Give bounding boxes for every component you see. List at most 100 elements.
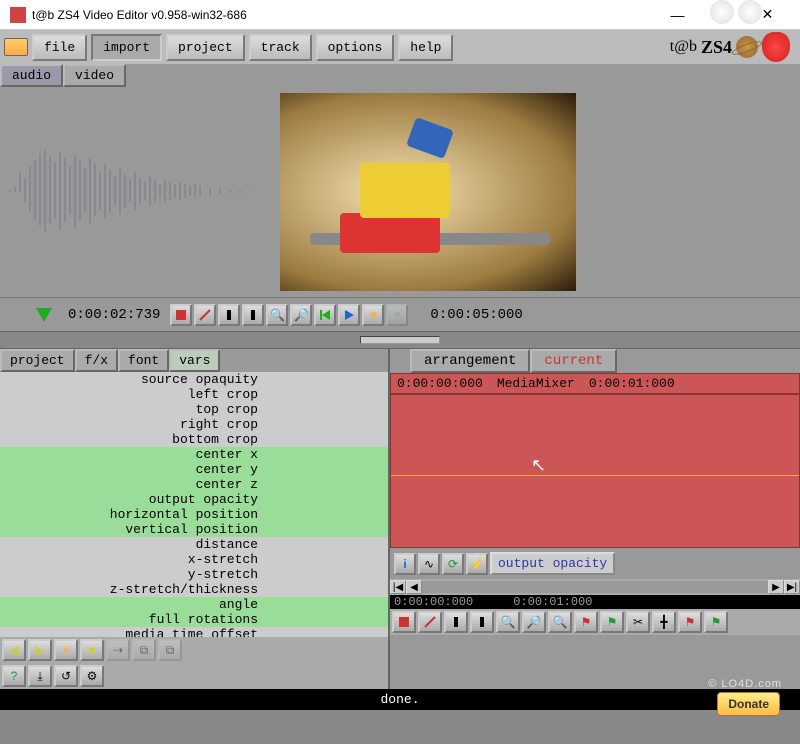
join-button[interactable]: ╋	[652, 611, 676, 633]
scroll-left-start-button[interactable]: |◀	[390, 580, 406, 594]
logo-area: t@b ZS4	[670, 32, 796, 62]
keyframe-button[interactable]: ☀	[54, 639, 78, 661]
tab-video[interactable]: video	[63, 64, 126, 87]
param-row-vertical-position[interactable]: vertical position	[0, 522, 388, 537]
donate-button[interactable]: Donate	[717, 692, 780, 716]
logo-zs4: ZS4	[701, 37, 732, 58]
bunny-icon	[738, 0, 762, 24]
param-row-center-z[interactable]: center z	[0, 477, 388, 492]
tab-audio[interactable]: audio	[0, 64, 63, 87]
tl-zoom-out-button[interactable]: 🔎	[522, 611, 546, 633]
scroll-right-button[interactable]: ▶	[768, 580, 784, 594]
tl-marker-out-button[interactable]	[470, 611, 494, 633]
flag-red-button[interactable]: ⚑	[574, 611, 598, 633]
status-bar: done.	[0, 689, 800, 710]
export-button[interactable]: ⤓	[28, 665, 52, 687]
tab-fx[interactable]: f/x	[75, 349, 118, 372]
planet-icon	[736, 36, 758, 58]
flash-button[interactable]: ⚡	[466, 553, 488, 575]
tab-arrangement[interactable]: arrangement	[410, 349, 530, 373]
cutline-button[interactable]	[194, 304, 216, 326]
loop-button[interactable]: ⟳	[442, 553, 464, 575]
marker-in-button[interactable]	[218, 304, 240, 326]
play-button[interactable]	[338, 304, 360, 326]
help-menu[interactable]: help	[398, 34, 453, 61]
settings-button[interactable]: ⚙	[80, 665, 104, 687]
prev-key-button[interactable]: ◀	[2, 639, 26, 661]
tl-zoom-in-button[interactable]: 🔍	[496, 611, 520, 633]
current-timecode: 0:00:02:739	[60, 307, 168, 323]
param-row-media-time-offset[interactable]: media time offset	[0, 627, 388, 637]
flag-green-button[interactable]: ⚑	[600, 611, 624, 633]
info-button[interactable]: i	[394, 553, 416, 575]
copy-button[interactable]: ⧉	[132, 639, 156, 661]
tab-project[interactable]: project	[0, 349, 75, 372]
tl-marker-in-button[interactable]	[444, 611, 468, 633]
flag-red2-button[interactable]: ⚑	[678, 611, 702, 633]
param-row-center-x[interactable]: center x	[0, 447, 388, 462]
scroll-right-end-button[interactable]: ▶|	[784, 580, 800, 594]
flag-green2-button[interactable]: ⚑	[704, 611, 728, 633]
marker-out-button[interactable]	[242, 304, 264, 326]
cursor-icon: ↖	[531, 455, 546, 476]
paste-button[interactable]: ⧉	[158, 639, 182, 661]
app-icon	[10, 7, 26, 23]
param-row-y-stretch[interactable]: y-stretch	[0, 567, 388, 582]
param-row-z-stretch-thickness[interactable]: z-stretch/thickness	[0, 582, 388, 597]
help-button[interactable]: ?	[2, 665, 26, 687]
wave-button[interactable]: ∿	[418, 553, 440, 575]
param-row-horizontal-position[interactable]: horizontal position	[0, 507, 388, 522]
tab-vars[interactable]: vars	[169, 349, 220, 372]
param-row-full-rotations[interactable]: full rotations	[0, 612, 388, 627]
zoom-out-button[interactable]: 🔎	[290, 304, 312, 326]
param-row-bottom-crop[interactable]: bottom crop	[0, 432, 388, 447]
total-timecode: 0:00:05:000	[422, 307, 530, 323]
tl-record-button[interactable]	[392, 611, 416, 633]
zoom-in-button[interactable]: 🔍	[266, 304, 288, 326]
next-key-button[interactable]: ▶	[28, 639, 52, 661]
tag-button[interactable]: ♥	[386, 304, 408, 326]
timeline-end: 0:00:01:000	[589, 376, 675, 391]
file-menu[interactable]: file	[32, 34, 87, 61]
audio-waveform[interactable]	[0, 87, 280, 297]
prev-button[interactable]	[314, 304, 336, 326]
video-preview[interactable]	[280, 93, 576, 291]
tab-font[interactable]: font	[118, 349, 169, 372]
timeline-start: 0:00:00:000	[397, 376, 483, 391]
param-row-x-stretch[interactable]: x-stretch	[0, 552, 388, 567]
tl-cutline-button[interactable]	[418, 611, 442, 633]
bunny-icon	[710, 0, 734, 24]
parameter-list[interactable]: source opaquityleft croptop cropright cr…	[0, 372, 388, 637]
param-row-right-crop[interactable]: right crop	[0, 417, 388, 432]
timeline-scrollbar[interactable]: |◀ ◀ ▶ ▶|	[390, 579, 800, 595]
minimize-button[interactable]: —	[655, 1, 700, 29]
refresh-button[interactable]: ↺	[54, 665, 78, 687]
param-row-left-crop[interactable]: left crop	[0, 387, 388, 402]
tl-zoom-timeline-button[interactable]: 🔍	[548, 611, 572, 633]
timeline-media-name: MediaMixer	[497, 376, 575, 391]
param-row-output-opacity[interactable]: output opacity	[0, 492, 388, 507]
param-row-source-opaquity[interactable]: source opaquity	[0, 372, 388, 387]
pane-divider[interactable]	[0, 331, 800, 349]
param-row-top-crop[interactable]: top crop	[0, 402, 388, 417]
timeline-track[interactable]: ↖	[390, 394, 800, 548]
tab-current[interactable]: current	[530, 349, 617, 373]
playhead-marker-icon[interactable]	[36, 308, 52, 322]
link-button[interactable]: ⇢	[106, 639, 130, 661]
track-menu[interactable]: track	[249, 34, 312, 61]
record-button[interactable]	[170, 304, 192, 326]
split-button[interactable]: ✂	[626, 611, 650, 633]
param-row-distance[interactable]: distance	[0, 537, 388, 552]
folder-icon[interactable]	[4, 38, 28, 56]
timeline-header: 0:00:00:000 MediaMixer 0:00:01:000	[390, 373, 800, 394]
output-opacity-button[interactable]: output opacity	[490, 552, 615, 575]
options-menu[interactable]: options	[316, 34, 395, 61]
param-row-center-y[interactable]: center y	[0, 462, 388, 477]
project-menu[interactable]: project	[166, 34, 245, 61]
stop-button[interactable]: ■	[80, 639, 104, 661]
param-row-angle[interactable]: angle	[0, 597, 388, 612]
favorite-button[interactable]: ♥	[362, 304, 384, 326]
scroll-left-button[interactable]: ◀	[406, 580, 422, 594]
timeline-ruler: 0:00:00:000 0:00:01:000	[390, 595, 800, 609]
import-menu[interactable]: import	[91, 34, 162, 61]
